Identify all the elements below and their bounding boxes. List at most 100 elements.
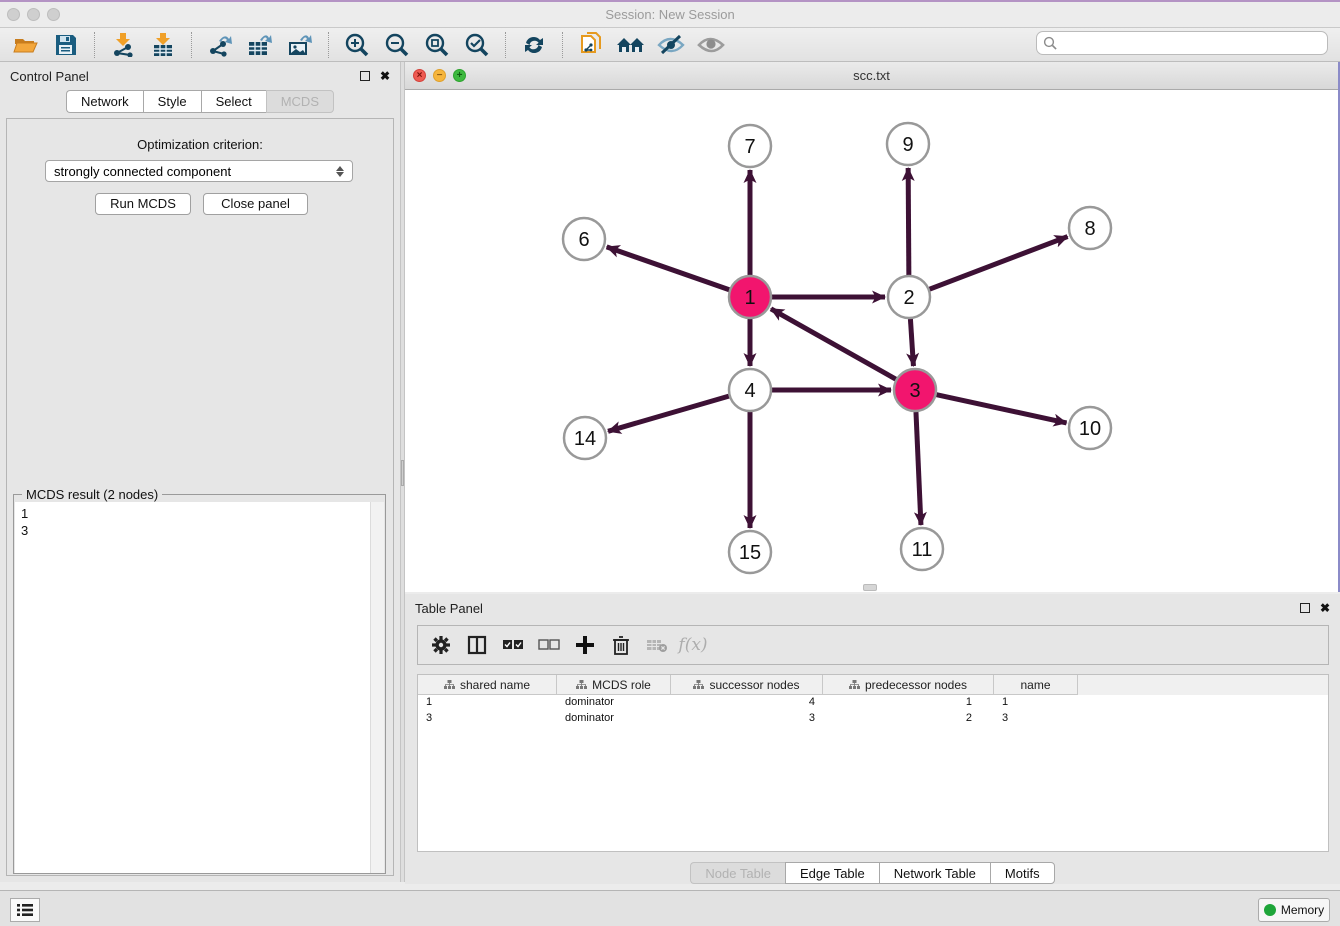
- mcds-result-list: 13: [15, 502, 372, 873]
- edge-2-8[interactable]: [930, 237, 1068, 290]
- tab-motifs[interactable]: Motifs: [990, 862, 1055, 884]
- tree-icon: [444, 680, 455, 690]
- network-window-titlebar[interactable]: × − + scc.txt: [405, 62, 1338, 90]
- run-mcds-button[interactable]: Run MCDS: [95, 193, 191, 215]
- float-panel-icon[interactable]: [360, 71, 370, 81]
- add-column-button[interactable]: [570, 630, 600, 660]
- mcds-result-scrollbar[interactable]: [370, 502, 384, 873]
- node-11[interactable]: 11: [901, 528, 943, 570]
- export-table-button[interactable]: [240, 30, 280, 60]
- task-history-button[interactable]: [10, 898, 40, 922]
- table-cell[interactable]: 3: [994, 711, 1078, 727]
- delete-table-button: [642, 630, 672, 660]
- table-cell[interactable]: 2: [823, 711, 994, 727]
- table-cell[interactable]: dominator: [557, 695, 671, 711]
- table-cell[interactable]: 3: [418, 711, 557, 727]
- tab-node-table[interactable]: Node Table: [690, 862, 785, 884]
- edge-3-11[interactable]: [916, 412, 921, 525]
- hide-button[interactable]: [651, 30, 691, 60]
- close-network-button[interactable]: ×: [413, 69, 426, 82]
- node-15[interactable]: 15: [729, 531, 771, 573]
- minimize-window-button[interactable]: [27, 8, 40, 21]
- search-icon: [1043, 36, 1058, 51]
- tab-select[interactable]: Select: [201, 90, 266, 113]
- edge-2-9[interactable]: [908, 168, 909, 275]
- export-image-button[interactable]: [280, 30, 320, 60]
- node-6[interactable]: 6: [563, 218, 605, 260]
- close-window-button[interactable]: [7, 8, 20, 21]
- node-3[interactable]: 3: [894, 369, 936, 411]
- node-4[interactable]: 4: [729, 369, 771, 411]
- search-field[interactable]: [1036, 31, 1328, 55]
- node-table[interactable]: shared nameMCDS rolesuccessor nodesprede…: [417, 674, 1329, 852]
- column-header-shared-name[interactable]: shared name: [418, 675, 557, 695]
- edge-4-14[interactable]: [608, 396, 729, 431]
- node-1[interactable]: 1: [729, 276, 771, 318]
- table-cell[interactable]: 1: [823, 695, 994, 711]
- column-header-MCDS-role[interactable]: MCDS role: [557, 675, 671, 695]
- tab-network[interactable]: Network: [66, 90, 143, 113]
- table-settings-button[interactable]: [426, 630, 456, 660]
- plus-icon: [575, 635, 595, 655]
- node-2[interactable]: 2: [888, 276, 930, 318]
- table-cell[interactable]: 3: [671, 711, 823, 727]
- deselect-all-button[interactable]: [534, 630, 564, 660]
- zoom-window-button[interactable]: [47, 8, 60, 21]
- search-input[interactable]: [1058, 36, 1308, 50]
- close-panel-icon[interactable]: ✖: [380, 69, 390, 83]
- edge-2-3[interactable]: [910, 319, 913, 366]
- column-header-name[interactable]: name: [994, 675, 1078, 695]
- table-cell[interactable]: 1: [994, 695, 1078, 711]
- tab-network-table[interactable]: Network Table: [879, 862, 990, 884]
- zoom-fit-button[interactable]: [417, 30, 457, 60]
- refresh-button[interactable]: [514, 30, 554, 60]
- edge-1-6[interactable]: [607, 247, 730, 290]
- float-table-panel-icon[interactable]: [1300, 603, 1310, 613]
- delete-column-button[interactable]: [606, 630, 636, 660]
- edge-3-1[interactable]: [771, 309, 896, 379]
- node-7[interactable]: 7: [729, 125, 771, 167]
- edge-3-10[interactable]: [936, 395, 1066, 423]
- table-row[interactable]: 3dominator323: [418, 711, 1328, 727]
- criterion-select[interactable]: strongly connected component: [45, 160, 353, 182]
- zoom-out-button[interactable]: [377, 30, 417, 60]
- node-label: 9: [902, 134, 913, 156]
- show-button[interactable]: [691, 30, 731, 60]
- import-table-button[interactable]: [143, 30, 183, 60]
- splitter-grip-icon[interactable]: [401, 460, 404, 486]
- canvas-resize-grip[interactable]: [863, 584, 877, 591]
- tab-edge-table[interactable]: Edge Table: [785, 862, 879, 884]
- tab-style[interactable]: Style: [143, 90, 201, 113]
- node-14[interactable]: 14: [564, 417, 606, 459]
- close-panel-button[interactable]: Close panel: [203, 193, 308, 215]
- network-canvas[interactable]: 7 9 6 8 1 2 4 3 14 10 15 11: [405, 90, 1338, 591]
- table-cell[interactable]: dominator: [557, 711, 671, 727]
- home-button[interactable]: [611, 30, 651, 60]
- column-header-predecessor-nodes[interactable]: predecessor nodes: [823, 675, 994, 695]
- export-network-button[interactable]: [200, 30, 240, 60]
- zoom-selected-button[interactable]: [457, 30, 497, 60]
- open-session-button[interactable]: [6, 30, 46, 60]
- unchecked-boxes-icon: [538, 638, 560, 652]
- node-label: 14: [574, 428, 596, 450]
- list-icon: [16, 903, 34, 917]
- save-session-button[interactable]: [46, 30, 86, 60]
- close-table-panel-icon[interactable]: ✖: [1320, 601, 1330, 615]
- window-controls[interactable]: [7, 8, 60, 21]
- node-8[interactable]: 8: [1069, 207, 1111, 249]
- table-row[interactable]: 1dominator411: [418, 695, 1328, 711]
- maximize-network-button[interactable]: +: [453, 69, 466, 82]
- column-header-successor-nodes[interactable]: successor nodes: [671, 675, 823, 695]
- node-9[interactable]: 9: [887, 123, 929, 165]
- zoom-in-button[interactable]: [337, 30, 377, 60]
- tab-mcds[interactable]: MCDS: [266, 90, 334, 113]
- split-view-button[interactable]: [462, 630, 492, 660]
- select-all-button[interactable]: [498, 630, 528, 660]
- node-10[interactable]: 10: [1069, 407, 1111, 449]
- table-cell[interactable]: 1: [418, 695, 557, 711]
- copy-view-button[interactable]: [571, 30, 611, 60]
- memory-button[interactable]: Memory: [1258, 898, 1330, 922]
- minimize-network-button[interactable]: −: [433, 69, 446, 82]
- import-network-button[interactable]: [103, 30, 143, 60]
- table-cell[interactable]: 4: [671, 695, 823, 711]
